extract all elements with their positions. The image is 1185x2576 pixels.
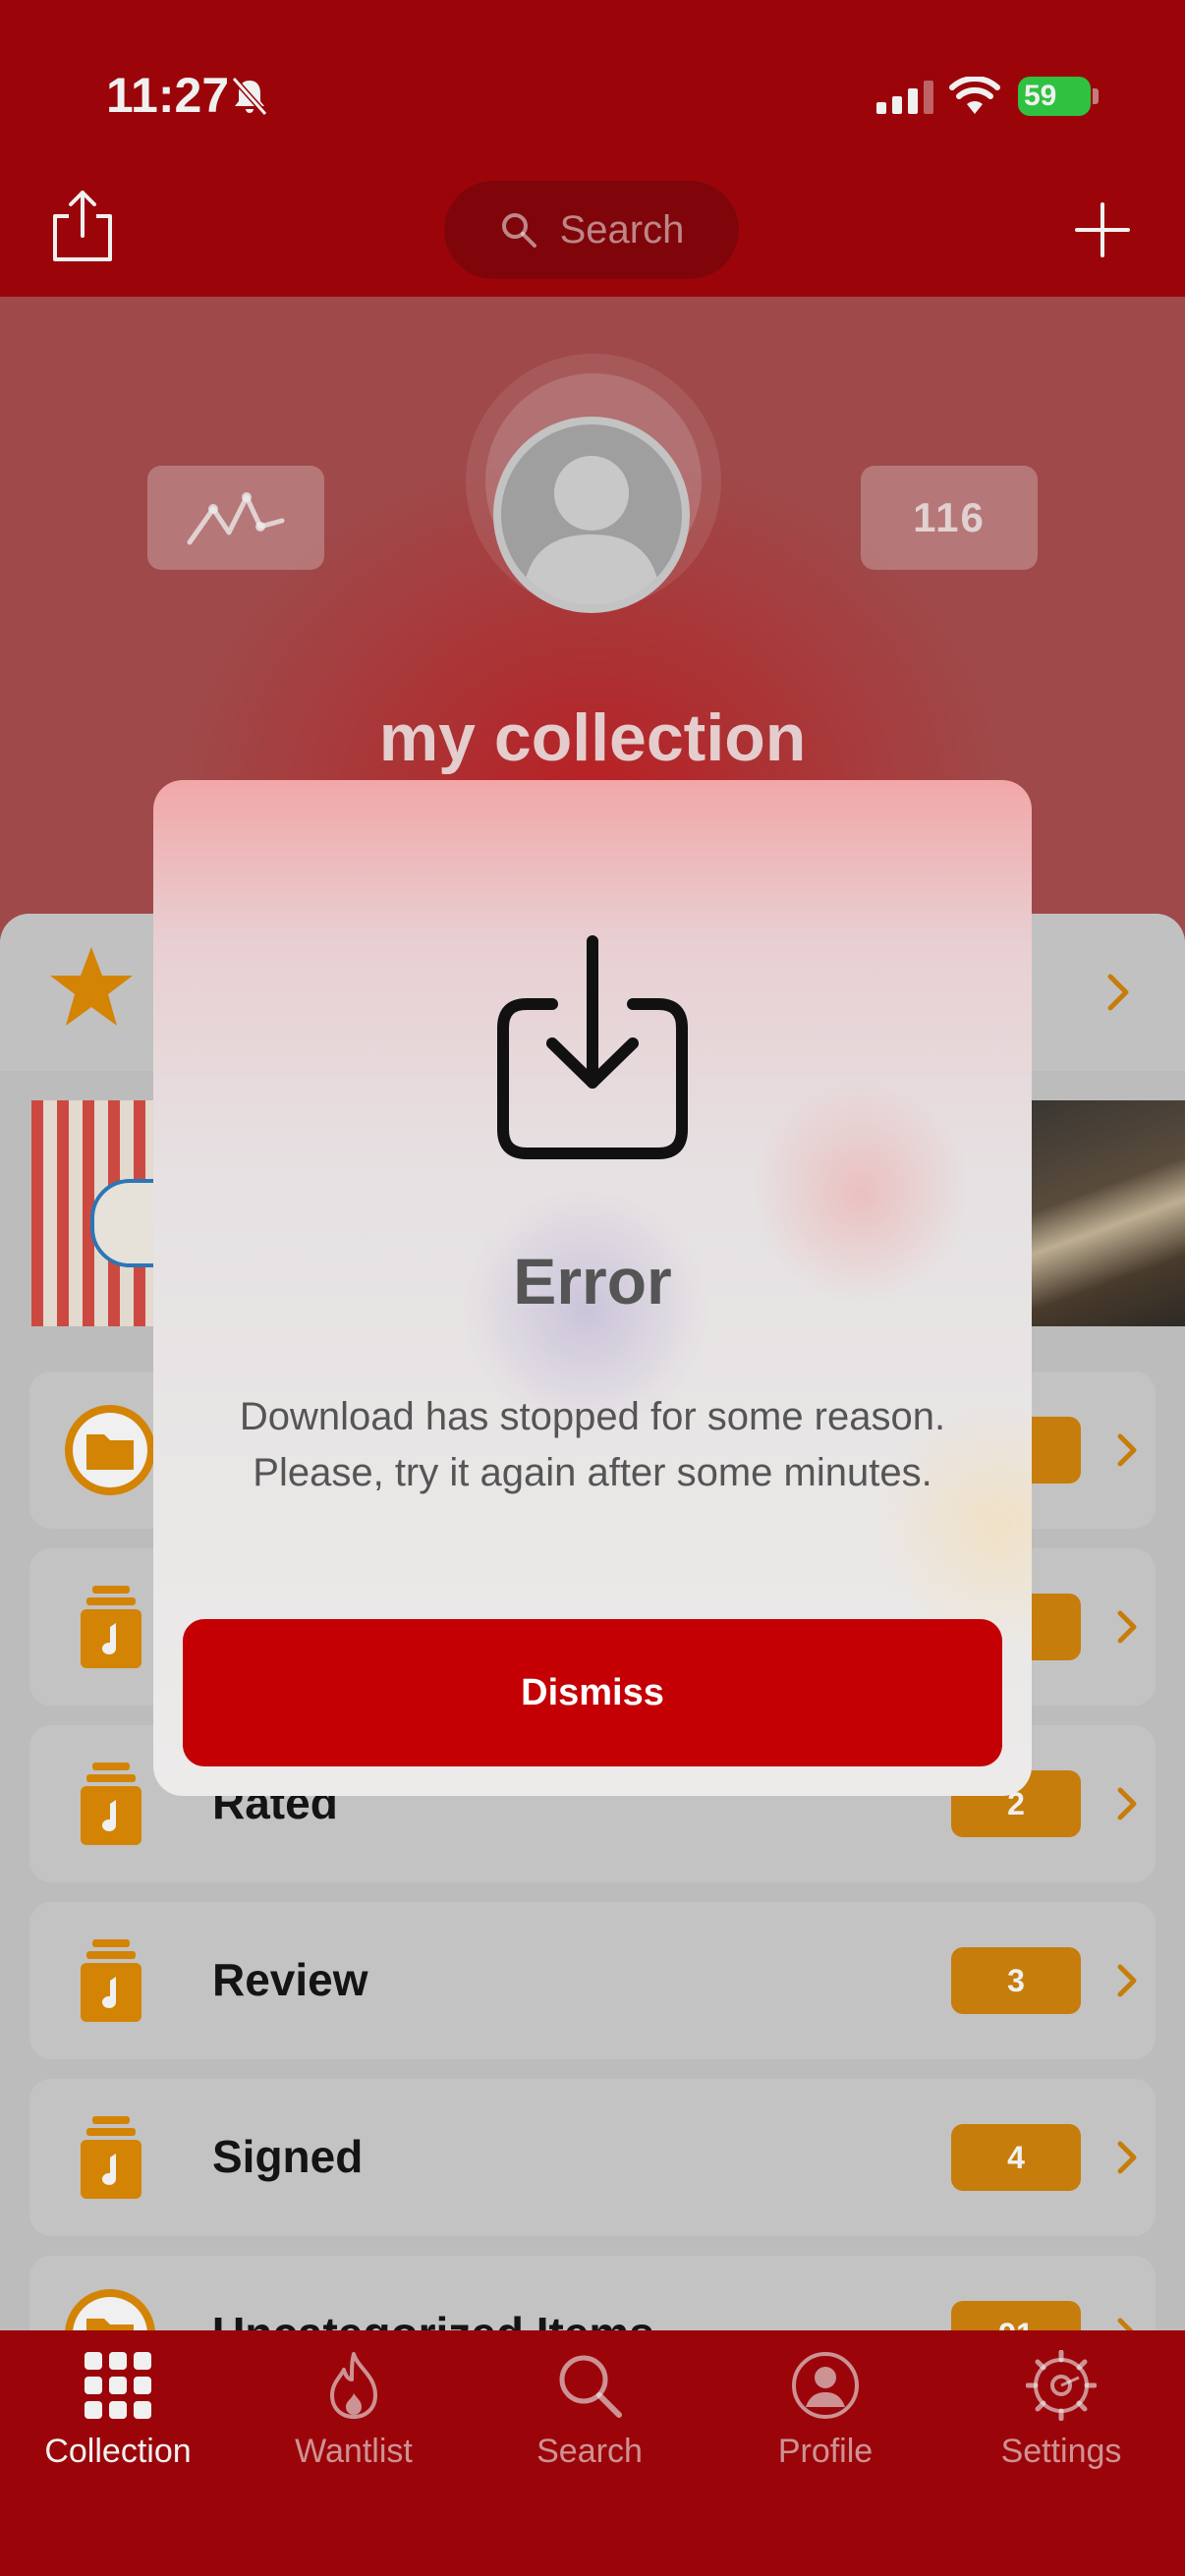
error-dialog: Error Download has stopped for some reas…	[153, 780, 1032, 1796]
search-bar[interactable]: Search	[444, 181, 739, 279]
chevron-right-icon	[1117, 1610, 1137, 1644]
status-time: 11:27	[106, 68, 230, 123]
tab-profile[interactable]: Profile	[707, 2330, 943, 2488]
list-item-uncategorized[interactable]: Uncategorized Items 91	[29, 2256, 1156, 2330]
folder-icon	[65, 2289, 155, 2330]
list-item-label: Uncategorized Items	[212, 2307, 654, 2330]
flame-icon	[330, 2352, 377, 2419]
music-stack-icon	[81, 2116, 141, 2199]
search-icon	[501, 213, 536, 248]
search-placeholder: Search	[559, 207, 685, 252]
share-icon[interactable]	[49, 187, 116, 265]
folder-icon	[65, 1405, 155, 1495]
list-item-label: Review	[212, 1954, 368, 2005]
person-circle-icon	[792, 2352, 859, 2419]
battery-charging-icon: 59	[1018, 77, 1091, 116]
gear-icon	[1026, 2350, 1097, 2421]
collection-title: my collection	[378, 700, 807, 775]
tab-label: Settings	[1000, 2433, 1122, 2470]
album-cover-thumbnail[interactable]	[31, 1100, 159, 1326]
music-stack-icon	[81, 1586, 141, 1668]
status-bar: 11:27 59	[0, 0, 1185, 177]
line-chart-icon	[187, 492, 285, 545]
wifi-icon	[949, 77, 1000, 114]
tab-collection[interactable]: Collection	[0, 2330, 236, 2488]
person-placeholder-icon	[523, 456, 660, 605]
chevron-right-icon	[1117, 1787, 1137, 1820]
item-count-button[interactable]: 116	[861, 466, 1038, 570]
music-stack-icon	[81, 1939, 141, 2022]
bell-slash-icon	[231, 77, 268, 116]
list-item-signed[interactable]: Signed 4	[29, 2079, 1156, 2236]
chevron-right-icon	[1117, 1433, 1137, 1467]
grid-icon	[85, 2352, 151, 2419]
item-count: 116	[913, 494, 986, 540]
chevron-right-icon	[1117, 1964, 1137, 1997]
dialog-message: Download has stopped for some reason. Pl…	[239, 1395, 946, 1494]
music-stack-icon	[81, 1763, 141, 1845]
list-item-review[interactable]: Review 3	[29, 1902, 1156, 2059]
count-badge: 91	[951, 2301, 1081, 2330]
plus-icon[interactable]	[1073, 200, 1132, 259]
tab-label: Collection	[44, 2433, 192, 2470]
tab-label: Profile	[777, 2433, 874, 2470]
tab-settings[interactable]: Settings	[943, 2330, 1179, 2488]
stats-button[interactable]	[147, 466, 324, 570]
battery-cap	[1093, 88, 1099, 104]
download-tray-icon	[497, 935, 688, 1159]
tab-bar: Collection Wantlist Search Profile Setti…	[0, 2330, 1185, 2576]
signal-icon	[876, 81, 933, 114]
search-icon	[559, 2355, 622, 2418]
chevron-right-icon	[1107, 974, 1129, 1011]
album-cover-thumbnail[interactable]	[1030, 1100, 1185, 1326]
count-badge: 3	[951, 1947, 1081, 2014]
tab-search[interactable]: Search	[472, 2330, 707, 2488]
star-icon	[50, 947, 133, 1026]
dialog-title: Error	[513, 1245, 672, 1317]
chevron-right-icon	[1117, 2318, 1134, 2330]
count-badge: 4	[951, 2124, 1081, 2191]
tab-label: Wantlist	[295, 2433, 413, 2470]
list-item-label: Signed	[212, 2131, 364, 2182]
chevron-right-icon	[1117, 2141, 1137, 2174]
avatar[interactable]	[493, 417, 690, 613]
tab-label: Search	[536, 2433, 643, 2470]
tab-wantlist[interactable]: Wantlist	[236, 2330, 472, 2488]
dismiss-button[interactable]: Dismiss	[183, 1619, 1002, 1766]
